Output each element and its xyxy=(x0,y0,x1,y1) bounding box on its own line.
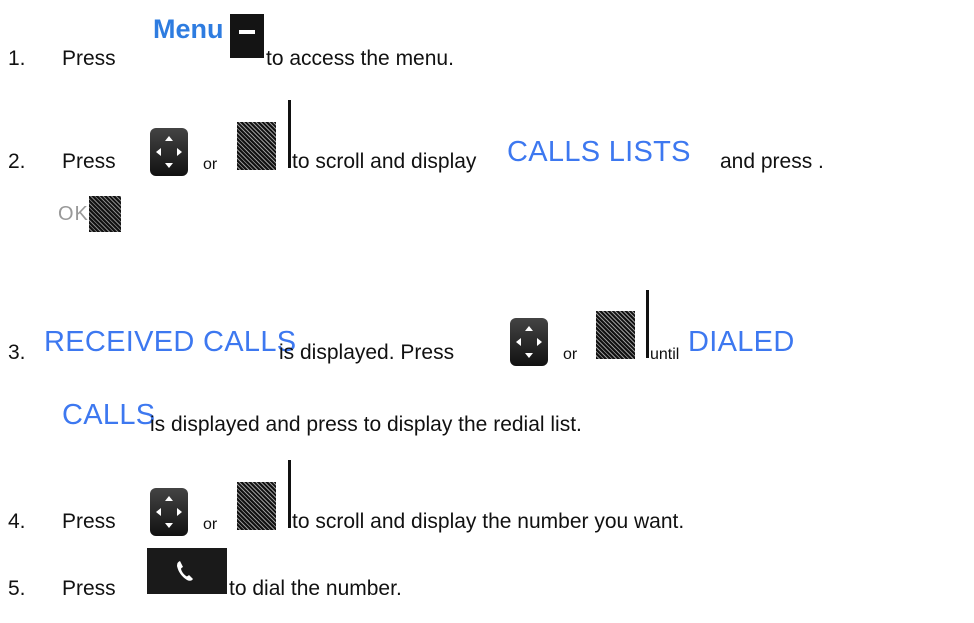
step-number: 1. xyxy=(8,47,26,70)
soft-key-icon xyxy=(89,196,121,232)
press-text: Press xyxy=(62,510,116,533)
step-text: to dial the number. xyxy=(229,577,402,600)
navigation-key-icon xyxy=(150,128,188,176)
step-number: 5. xyxy=(8,577,26,600)
highlight-calls-lists: CALLS LISTS xyxy=(507,136,691,168)
divider-bar xyxy=(288,460,291,528)
step-text: is displayed. Press xyxy=(279,341,455,364)
call-key-icon xyxy=(147,548,227,594)
navigation-key-dithered-icon xyxy=(596,311,635,359)
step-text: and press . xyxy=(720,150,824,173)
highlight-received-calls: RECEIVED CALLS xyxy=(44,326,297,358)
step-text: to scroll and display the number you wan… xyxy=(292,510,685,533)
step-text: to access the menu. xyxy=(266,47,454,70)
step-number: 4. xyxy=(8,510,26,533)
step-text: to scroll and display xyxy=(292,150,477,173)
or-text: or xyxy=(203,516,218,533)
navigation-key-dithered-icon xyxy=(237,122,276,170)
or-text: or xyxy=(203,156,218,173)
navigation-key-icon xyxy=(150,488,188,536)
phone-handset-icon xyxy=(177,561,193,581)
step-text: is displayed and press to display the re… xyxy=(150,413,582,436)
press-text: Press xyxy=(62,150,116,173)
press-text: Press xyxy=(62,47,116,70)
step-number: 3. xyxy=(8,341,26,364)
navigation-key-dithered-icon xyxy=(237,482,276,530)
navigation-key-icon xyxy=(510,318,548,366)
step-number: 2. xyxy=(8,150,26,173)
or-text: or xyxy=(563,346,578,363)
highlight-dialed: DIALED xyxy=(688,326,795,358)
highlight-calls: CALLS xyxy=(62,399,156,431)
press-text: Press xyxy=(62,577,116,600)
menu-label: Menu xyxy=(153,14,224,44)
divider-bar xyxy=(288,100,291,168)
ok-label: OK xyxy=(58,203,89,225)
soft-key-icon xyxy=(230,14,264,58)
until-text: until xyxy=(650,346,680,363)
divider-bar xyxy=(646,290,649,358)
